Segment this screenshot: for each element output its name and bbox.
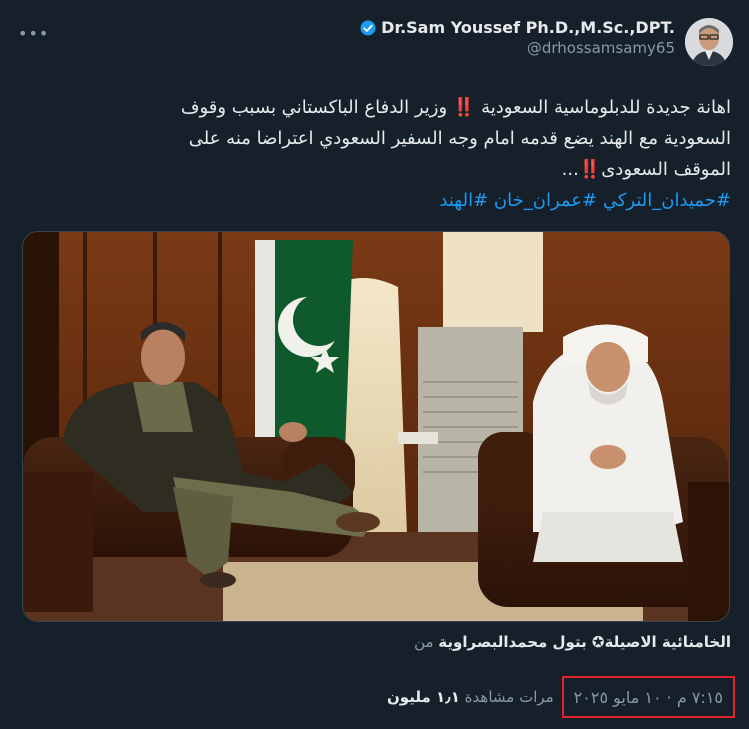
hashtag-list: #حميدان_التركي #عمران_خان #الهند — [31, 185, 731, 216]
attribution-source[interactable]: الخامنائية الاصيلة✪ بتول محمدالبصراوية — [438, 633, 731, 651]
hashtag-link[interactable]: #الهند — [439, 190, 488, 211]
tweet-video[interactable] — [22, 231, 730, 622]
hashtag-link[interactable]: #عمران_خان — [494, 190, 597, 211]
tweet-line-1: اهانة جديدة للدبلوماسية السعودية ‼️ وزير… — [180, 97, 731, 118]
view-count[interactable]: مرات مشاهدة ١٫١ مليون — [387, 688, 554, 706]
timestamp-link[interactable]: ٧:١٥ م · ١٠ مايو ٢٠٢٥ — [561, 676, 735, 718]
author-display-name[interactable]: Dr.Sam Youssef Ph.D.,M.Sc.,DPT. — [381, 18, 675, 37]
video-attribution: الخامنائية الاصيلة✪ بتول محمدالبصراوية م… — [414, 633, 731, 651]
tweet-text: اهانة جديدة للدبلوماسية السعودية ‼️ وزير… — [31, 92, 731, 216]
tweet-meta: ٧:١٥ م · ١٠ مايو ٢٠٢٥ مرات مشاهدة ١٫١ مل… — [25, 676, 735, 718]
tweet-timestamp: ٧:١٥ م · ١٠ مايو ٢٠٢٥ — [573, 687, 723, 707]
video-thumbnail — [23, 232, 729, 621]
tweet-line-2: السعودية مع الهند يضع قدمه امام وجه السف… — [188, 128, 731, 149]
attribution-prefix: من — [414, 633, 434, 651]
avatar[interactable] — [685, 18, 733, 66]
view-count-label: مرات مشاهدة — [464, 688, 554, 706]
verified-badge-icon — [360, 20, 376, 35]
view-count-value: ١٫١ مليون — [387, 688, 460, 706]
hashtag-link[interactable]: #حميدان_التركي — [603, 190, 731, 211]
double-exclamation-icon: ‼️ — [578, 159, 602, 180]
author-handle[interactable]: @drhossamsamy65 — [359, 39, 675, 57]
more-options-button[interactable]: ••• — [18, 24, 50, 44]
tweet-line-3: الموقف السعودى‼️... — [561, 159, 731, 180]
double-exclamation-icon: ‼️ — [452, 97, 476, 118]
tweet-author: Dr.Sam Youssef Ph.D.,M.Sc.,DPT. @drhossa… — [359, 18, 733, 66]
more-icon: ••• — [18, 24, 50, 43]
